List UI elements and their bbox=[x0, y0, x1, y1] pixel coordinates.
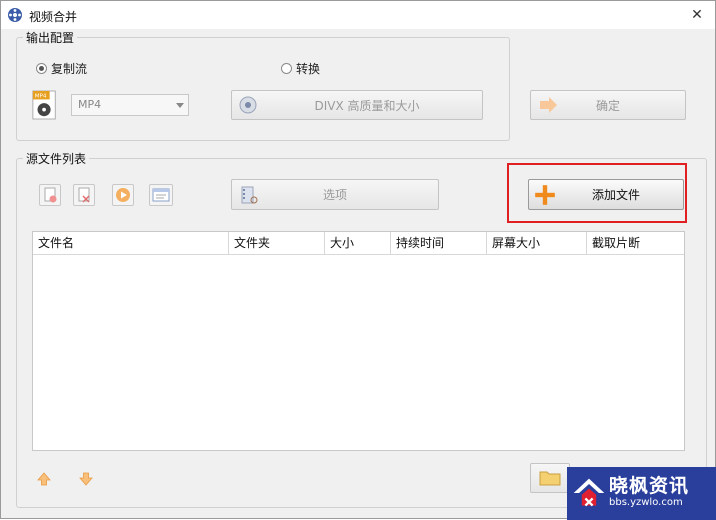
add-file-button[interactable]: 添加文件 bbox=[528, 179, 684, 210]
output-config-group: 输出配置 bbox=[16, 29, 510, 141]
preset-button[interactable]: DIVX 高质量和大小 bbox=[231, 90, 483, 120]
table-header: 文件名 文件夹 大小 持续时间 屏幕大小 截取片断 bbox=[33, 232, 684, 255]
move-down-icon[interactable] bbox=[78, 471, 94, 487]
clear-list-button[interactable] bbox=[73, 184, 95, 206]
title-bar: 视频合并 ✕ bbox=[1, 1, 715, 29]
radio-checked-icon bbox=[36, 63, 47, 74]
remove-file-button[interactable] bbox=[39, 184, 61, 206]
film-scissors-icon bbox=[241, 186, 258, 203]
options-button[interactable]: 选项 bbox=[231, 179, 439, 210]
house-logo-icon bbox=[573, 478, 605, 507]
format-value: MP4 bbox=[78, 98, 102, 111]
confirm-label: 确定 bbox=[595, 98, 620, 113]
delete-file-icon bbox=[78, 187, 90, 203]
mp4-file-icon: MP4 bbox=[32, 90, 56, 120]
watermark-url: bbs.yzwlo.com bbox=[609, 497, 683, 508]
column-header[interactable]: 截取片断 bbox=[587, 232, 684, 254]
plus-icon bbox=[535, 184, 555, 205]
window-title: 视频合并 bbox=[29, 10, 78, 24]
watermark-text: 晓枫资讯 bbox=[609, 475, 690, 497]
column-header[interactable]: 大小 bbox=[325, 232, 391, 254]
watermark: 晓枫资讯 bbs.yzwlo.com bbox=[567, 467, 716, 520]
output-folder-button[interactable] bbox=[530, 463, 570, 493]
add-file-label: 添加文件 bbox=[591, 188, 640, 202]
format-select[interactable]: MP4 bbox=[71, 94, 189, 116]
output-config-label: 输出配置 bbox=[23, 29, 78, 46]
preset-label: DIVX 高质量和大小 bbox=[314, 98, 420, 113]
column-header[interactable]: 屏幕大小 bbox=[487, 232, 587, 254]
column-header[interactable]: 文件名 bbox=[33, 232, 229, 254]
svg-text:MP4: MP4 bbox=[35, 94, 47, 100]
column-header[interactable]: 文件夹 bbox=[229, 232, 325, 254]
options-label: 选项 bbox=[322, 188, 347, 202]
source-list-label: 源文件列表 bbox=[23, 150, 90, 167]
info-button[interactable] bbox=[149, 184, 173, 206]
close-icon: ✕ bbox=[691, 7, 703, 23]
copy-stream-radio[interactable]: 复制流 bbox=[36, 60, 87, 77]
arrow-right-icon bbox=[540, 97, 557, 113]
convert-label: 转换 bbox=[296, 62, 321, 76]
play-button[interactable] bbox=[112, 184, 134, 206]
play-icon bbox=[116, 188, 130, 202]
confirm-button[interactable]: 确定 bbox=[530, 90, 686, 120]
move-up-icon[interactable] bbox=[36, 471, 52, 487]
remove-file-icon bbox=[44, 187, 57, 203]
convert-radio[interactable]: 转换 bbox=[281, 60, 320, 77]
info-window-icon bbox=[152, 188, 170, 202]
radio-unchecked-icon bbox=[281, 63, 292, 74]
copy-stream-label: 复制流 bbox=[51, 62, 88, 76]
close-button[interactable]: ✕ bbox=[685, 5, 709, 25]
folder-icon bbox=[539, 471, 561, 486]
column-header[interactable]: 持续时间 bbox=[391, 232, 487, 254]
film-reel-icon bbox=[8, 8, 22, 22]
file-list-table[interactable]: 文件名 文件夹 大小 持续时间 屏幕大小 截取片断 bbox=[32, 231, 685, 451]
gear-icon bbox=[239, 96, 257, 114]
chevron-down-icon bbox=[176, 103, 184, 108]
app-window: 视频合并 ✕ 输出配置 复制流 转换 MP4 MP4 DIVX 高质量和大小 确… bbox=[0, 0, 716, 520]
